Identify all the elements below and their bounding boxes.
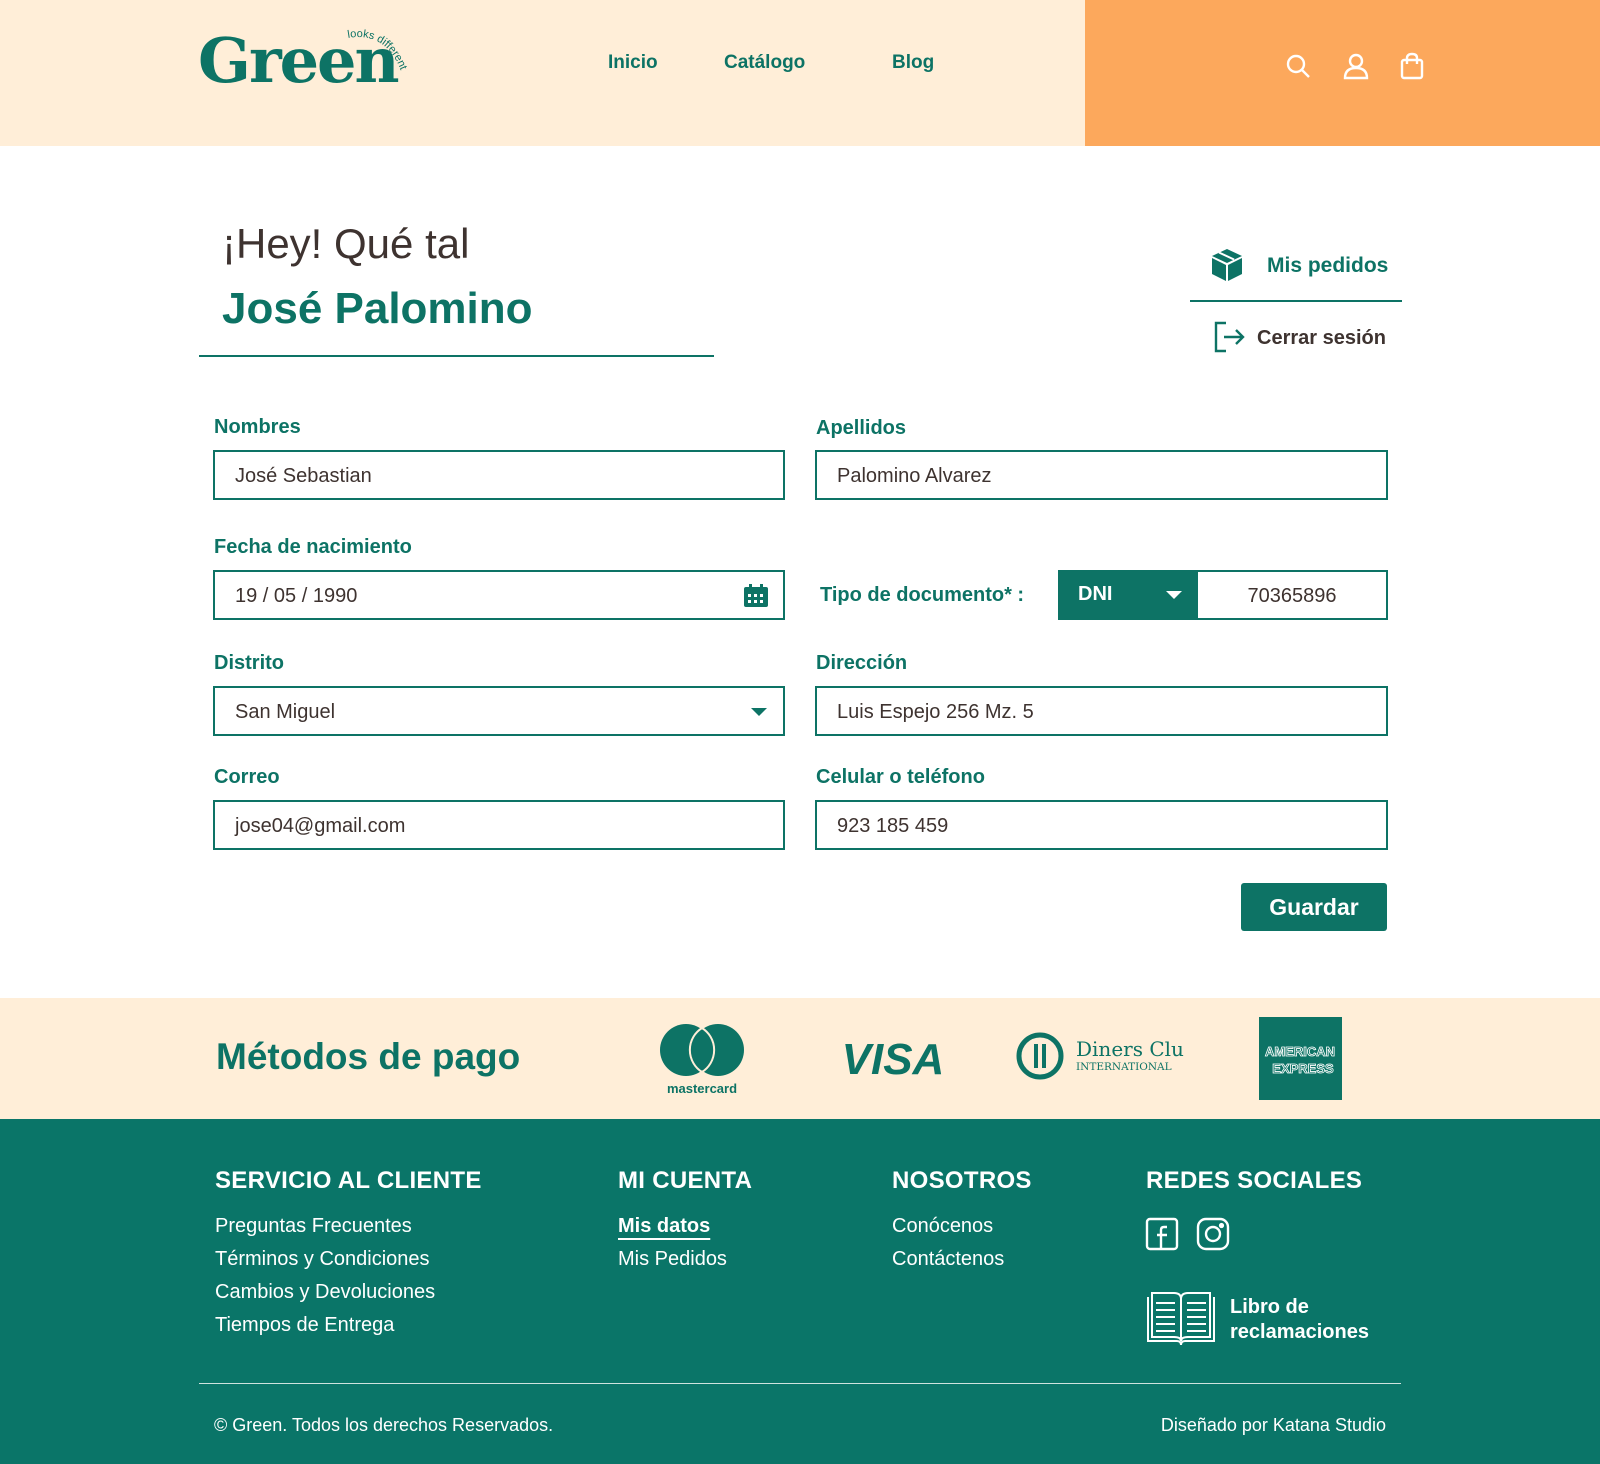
direccion-field[interactable]: Luis Espejo 256 Mz. 5 (815, 686, 1388, 736)
logout-label: Cerrar sesión (1257, 327, 1386, 349)
payment-methods-section: Métodos de pago mastercard VISA Diners C… (0, 998, 1600, 1119)
package-icon (1212, 249, 1242, 281)
distrito-select[interactable]: San Miguel (213, 686, 785, 736)
logout-link[interactable]: Cerrar sesión (1190, 318, 1402, 358)
footer-link-conocenos[interactable]: Conócenos (892, 1215, 993, 1238)
footer-link-mis-pedidos[interactable]: Mis Pedidos (618, 1248, 727, 1271)
user-name: José Palomino (222, 284, 533, 333)
phone-value: 923 185 459 (837, 815, 949, 837)
distrito-label: Distrito (214, 652, 284, 674)
my-orders-label: Mis pedidos (1267, 254, 1389, 277)
chevron-down-icon (1166, 591, 1182, 599)
instagram-icon[interactable] (1196, 1217, 1230, 1251)
email-value: jose04@gmail.com (235, 815, 406, 837)
copyright-text: © Green. Todos los derechos Reservados. (214, 1415, 554, 1435)
footer-servicio-title: SERVICIO AL CLIENTE (215, 1167, 482, 1194)
logout-icon (1214, 321, 1245, 353)
document-type-value: DNI (1078, 583, 1113, 605)
footer-link-terminos[interactable]: Términos y Condiciones (215, 1248, 430, 1271)
save-button[interactable]: Guardar (1241, 883, 1387, 931)
svg-text:mastercard: mastercard (667, 1081, 737, 1096)
calendar-icon[interactable] (743, 584, 769, 608)
celular-label: Celular o teléfono (816, 766, 985, 788)
document-type-select[interactable]: DNI (1058, 570, 1198, 620)
document-number-field[interactable]: 70365896 (1198, 570, 1388, 620)
footer-link-preguntas[interactable]: Preguntas Frecuentes (215, 1215, 412, 1238)
nombres-label: Nombres (214, 416, 301, 438)
apellidos-value: Palomino Alvarez (837, 465, 992, 487)
logo-tagline: looks different (347, 28, 409, 72)
phone-field[interactable]: 923 185 459 (815, 800, 1388, 850)
site-header: Green looks different Inicio Catálogo Bl… (0, 0, 1600, 146)
footer-link-mis-datos[interactable]: Mis datos (618, 1215, 710, 1238)
apellidos-field[interactable]: Palomino Alvarez (815, 450, 1388, 500)
footer-divider (199, 1383, 1401, 1384)
greeting-divider (199, 355, 714, 357)
correo-label: Correo (214, 766, 280, 788)
complaints-book-link[interactable]: Libro de reclamaciones (1230, 1295, 1400, 1345)
footer-link-contactenos[interactable]: Contáctenos (892, 1248, 1004, 1271)
fecha-label: Fecha de nacimiento (214, 536, 412, 558)
documento-label: Tipo de documento* : (820, 584, 1025, 606)
designer-credit: Diseñado por Katana Studio (1160, 1415, 1386, 1435)
user-icon[interactable] (1342, 52, 1370, 80)
footer-link-cambios[interactable]: Cambios y Devoluciones (215, 1281, 435, 1304)
nav-blog[interactable]: Blog (892, 52, 934, 74)
footer-link-tiempos[interactable]: Tiempos de Entrega (215, 1314, 394, 1337)
distrito-value: San Miguel (235, 701, 336, 723)
american-express-logo: AMERICAN EXPRESS (1259, 1017, 1342, 1100)
visa-logo: VISA (842, 1035, 945, 1082)
nombres-value: José Sebastian (235, 465, 372, 487)
greeting-text: ¡Hey! Qué tal (222, 220, 470, 267)
complaints-book-icon[interactable] (1144, 1291, 1218, 1347)
svg-text:EXPRESS: EXPRESS (1272, 1061, 1334, 1076)
my-orders-link[interactable]: Mis pedidos (1190, 240, 1402, 302)
payment-methods-title: Métodos de pago (216, 1036, 521, 1077)
bag-icon[interactable] (1398, 52, 1426, 80)
nombres-field[interactable]: José Sebastian (213, 450, 785, 500)
direccion-label: Dirección (816, 652, 908, 674)
complaints-book-line2: reclamaciones (1230, 1321, 1369, 1343)
birthdate-field[interactable]: 19 / 05 / 1990 (213, 570, 785, 620)
apellidos-label: Apellidos (816, 417, 907, 439)
facebook-icon[interactable] (1145, 1217, 1179, 1251)
chevron-down-icon (751, 708, 767, 716)
email-field[interactable]: jose04@gmail.com (213, 800, 785, 850)
document-number-value: 70365896 (1247, 585, 1337, 607)
footer-redes-title: REDES SOCIALES (1146, 1167, 1363, 1194)
footer-cuenta-title: MI CUENTA (618, 1167, 753, 1194)
search-icon[interactable] (1284, 52, 1312, 80)
nav-inicio[interactable]: Inicio (608, 52, 658, 74)
diners-club-logo: Diners Club INTERNATIONAL (1016, 1032, 1184, 1080)
svg-text:looks different: looks different (347, 28, 409, 72)
green-logo[interactable]: Green looks different (198, 28, 418, 108)
svg-text:INTERNATIONAL: INTERNATIONAL (1076, 1061, 1172, 1073)
svg-text:VISA: VISA (842, 1035, 945, 1082)
complaints-book-line1: Libro de (1230, 1296, 1309, 1318)
direccion-value: Luis Espejo 256 Mz. 5 (837, 701, 1034, 723)
mastercard-logo: mastercard (660, 1024, 744, 1096)
site-footer: SERVICIO AL CLIENTE Preguntas Frecuentes… (0, 1119, 1600, 1464)
svg-text:AMERICAN: AMERICAN (1265, 1044, 1335, 1059)
birthdate-value: 19 / 05 / 1990 (235, 585, 358, 607)
footer-nosotros-title: NOSOTROS (892, 1167, 1032, 1194)
svg-text:Diners Club: Diners Club (1076, 1037, 1184, 1061)
nav-catalogo[interactable]: Catálogo (724, 52, 805, 74)
